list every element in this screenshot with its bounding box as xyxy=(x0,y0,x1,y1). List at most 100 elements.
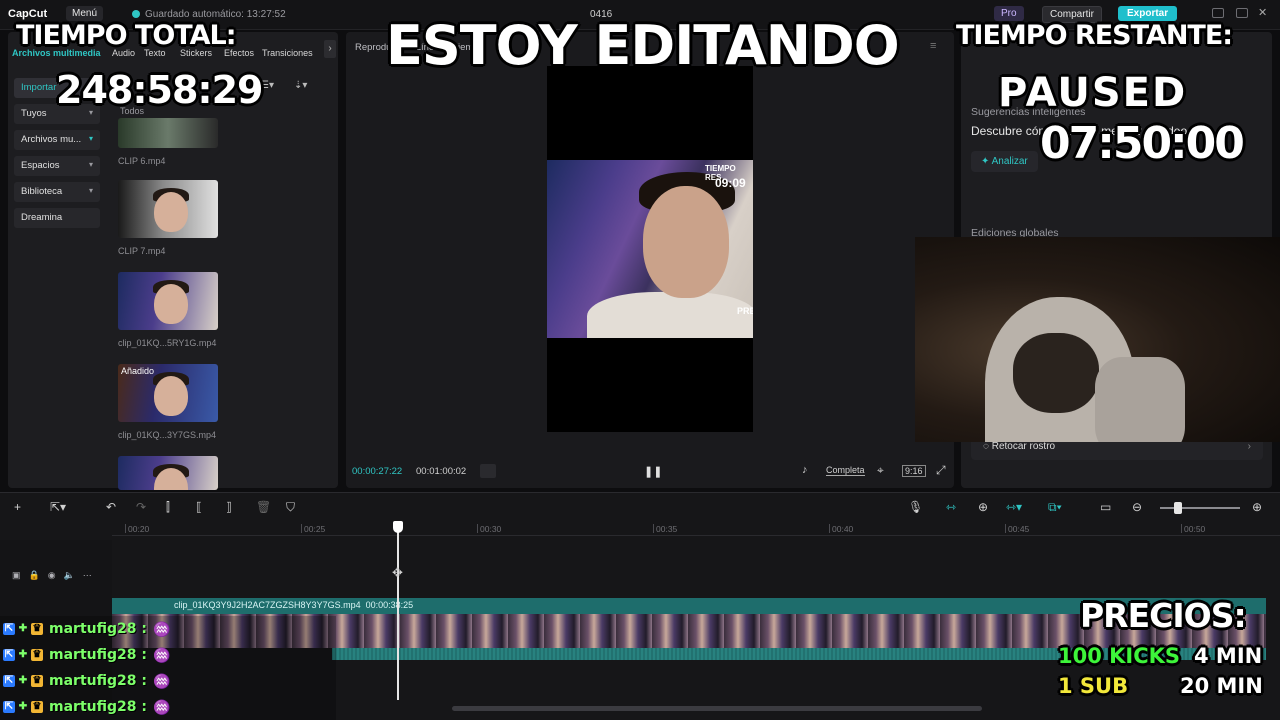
prices-title: PRECIOS: xyxy=(1080,596,1247,635)
chevron-down-icon: ▾ xyxy=(88,186,93,195)
export-button[interactable]: Exportar xyxy=(1118,6,1178,21)
emote-icon: ♒ xyxy=(152,646,171,663)
sidebar-item-label: Archivos mu... xyxy=(21,134,82,145)
zoom-slider-handle[interactable] xyxy=(1174,502,1182,514)
sidebar-item-label: Tuyos xyxy=(21,108,47,119)
split-right-icon[interactable]: ⟧ xyxy=(226,500,232,514)
ruler-tick: 00:20 xyxy=(124,524,150,534)
editing-banner: ESTOY EDITANDO xyxy=(386,14,900,77)
playhead-handle[interactable] xyxy=(393,521,403,533)
delete-icon[interactable]: 🗑 xyxy=(256,500,271,514)
timeline-scrollbar[interactable] xyxy=(452,706,982,711)
chevron-right-icon: › xyxy=(1247,441,1251,452)
analyze-label: Analizar xyxy=(991,156,1028,167)
tiktok-icon[interactable]: ♪ xyxy=(802,464,808,476)
chat-message: ⇱ ✚ ♛ martufig28 : ♒ xyxy=(0,616,336,642)
badge-icon: ⇱ xyxy=(3,701,15,713)
magnet-icon[interactable]: ⊕ xyxy=(978,500,988,514)
total-time-value: 248:58:29 xyxy=(56,68,263,112)
frame-overlay-time: 09:09 xyxy=(715,176,746,190)
paused-status: PAUSED xyxy=(998,70,1188,116)
menu-icon[interactable]: ≡ xyxy=(930,40,936,52)
media-item[interactable]: CLIP 6.mp4 xyxy=(118,118,218,166)
emote-icon: ♒ xyxy=(152,698,171,715)
chevron-down-icon: ▾ xyxy=(88,134,93,143)
pro-button[interactable]: Pro xyxy=(994,6,1024,21)
minimize-icon[interactable] xyxy=(1212,8,1224,18)
time-ruler[interactable] xyxy=(112,522,1280,536)
sidebar-item-media-files[interactable]: Archivos mu... ▾ xyxy=(14,130,100,150)
track-controls[interactable]: ▣🔒◉🔈⋯ xyxy=(12,570,100,581)
crown-icon: ♛ xyxy=(31,623,43,635)
add-track-icon[interactable]: + xyxy=(14,500,21,514)
menu-button[interactable]: Menú xyxy=(66,6,104,21)
media-filename: CLIP 7.mp4 xyxy=(118,246,166,256)
tab-transitions[interactable]: Transiciones xyxy=(262,48,313,58)
snapshot-icon[interactable] xyxy=(480,464,496,478)
media-item[interactable]: clip_01KQ...5RY1G.mp4 xyxy=(118,272,218,348)
link-main-track-icon[interactable]: ⇿ xyxy=(946,500,956,514)
sidebar-item-spaces[interactable]: Espacios ▾ xyxy=(14,156,100,176)
app-logo: CapCut xyxy=(8,8,48,20)
media-thumbnail: Añadido xyxy=(118,364,218,422)
media-thumbnail xyxy=(118,118,218,148)
focus-icon[interactable]: ⌖ xyxy=(877,463,884,478)
chevron-right-icon[interactable]: › xyxy=(324,40,336,58)
sidebar-item-label: Biblioteca xyxy=(21,186,63,197)
select-tool-icon[interactable]: ⇱▾ xyxy=(50,500,66,514)
shield-icon[interactable]: ⛉ xyxy=(286,500,295,515)
quality-select[interactable]: Completa xyxy=(826,465,865,476)
sidebar-item-dreamina[interactable]: Dreamina xyxy=(14,208,100,228)
analyze-button[interactable]: ✦ Analizar xyxy=(971,151,1038,172)
caption-icon[interactable]: ▭ xyxy=(1100,500,1111,514)
close-icon[interactable]: ✕ xyxy=(1258,6,1270,19)
maximize-icon[interactable] xyxy=(1236,8,1248,18)
sparkle-icon: ✦ xyxy=(981,156,992,167)
playhead[interactable] xyxy=(397,524,399,700)
undo-icon[interactable]: ↶ xyxy=(106,500,116,514)
filter-icon[interactable]: ⇣▾ xyxy=(294,80,307,91)
face-icon: ◌ xyxy=(983,441,992,452)
clip-name: clip_01KQ3Y9J2H2AC7ZGZSH8Y3Y7GS.mp4 00:0… xyxy=(174,600,414,610)
chat-username: martufig28 : xyxy=(49,699,147,715)
badge-icon: ✚ xyxy=(18,623,28,634)
zoom-in-icon[interactable]: ⊕ xyxy=(1252,500,1262,514)
ruler-tick: 00:50 xyxy=(1180,524,1206,534)
price-value-kicks: 4 MIN xyxy=(1194,644,1263,668)
microphone-icon[interactable]: 🎙 xyxy=(908,500,923,514)
split-left-icon[interactable]: ⟦ xyxy=(196,500,202,514)
media-item[interactable]: Añadido clip_01KQ...3Y7GS.mp4 xyxy=(118,364,218,440)
added-badge: Añadido xyxy=(121,366,155,376)
aspect-ratio-button[interactable]: 9:16 xyxy=(902,465,926,477)
auto-snap-icon[interactable]: ⇿▾ xyxy=(1006,500,1022,514)
price-item-kicks: 100 KICKS xyxy=(1058,644,1181,668)
chat-message: ⇱ ✚ ♛ martufig28 : ♒ xyxy=(0,642,336,668)
crown-icon: ♛ xyxy=(31,649,43,661)
badge-icon: ⇱ xyxy=(3,675,15,687)
media-item[interactable]: CLIP 7.mp4 xyxy=(118,180,218,256)
media-thumbnail xyxy=(118,180,218,238)
media-thumbnail xyxy=(118,456,218,490)
media-filename: clip_01KQ...3Y7GS.mp4 xyxy=(118,430,217,440)
total-time: 00:01:00:02 xyxy=(416,466,467,477)
frame-overlay-price: PREC xyxy=(737,306,753,316)
media-filename: CLIP 6.mp4 xyxy=(118,156,166,166)
video-preview: TIEMPO RES 09:09 PREC xyxy=(547,160,753,338)
chat-username: martufig28 : xyxy=(49,647,147,663)
sidebar-item-label: Dreamina xyxy=(21,212,63,223)
sidebar-item-label: Espacios xyxy=(21,160,60,171)
sidebar-item-label: Importar xyxy=(21,82,57,93)
redo-icon[interactable]: ↷ xyxy=(136,500,146,514)
media-item[interactable] xyxy=(118,456,218,490)
zoom-slider[interactable] xyxy=(1160,507,1240,509)
chat-username: martufig28 : xyxy=(49,621,147,637)
remaining-time-label: TIEMPO RESTANTE: xyxy=(956,20,1233,51)
preview-axis-icon[interactable]: ⧉▾ xyxy=(1048,500,1062,515)
media-thumbnail xyxy=(118,272,218,330)
sidebar-item-library[interactable]: Biblioteca ▾ xyxy=(14,182,100,202)
ruler-tick: 00:45 xyxy=(1004,524,1030,534)
pause-button[interactable]: ❚❚ xyxy=(644,465,662,478)
zoom-out-icon[interactable]: ⊖ xyxy=(1132,500,1142,514)
split-icon[interactable]: ⫿ xyxy=(166,500,170,515)
fullscreen-icon[interactable]: ⤢ xyxy=(936,463,946,478)
